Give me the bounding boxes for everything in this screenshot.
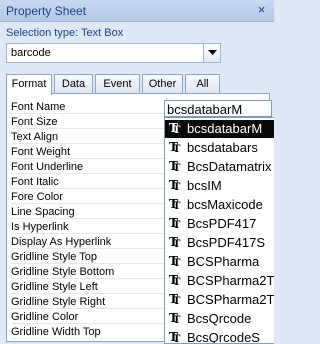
font-list-item-label: BcsDatamatrix: [187, 159, 272, 174]
property-name: Is Hyperlink: [11, 221, 69, 233]
property-row[interactable]: Gridline Style Top: [11, 250, 166, 264]
property-name: Font Italic: [11, 176, 59, 188]
property-name: Gridline Style Top: [11, 251, 98, 263]
property-row[interactable]: Font Italic: [11, 175, 166, 189]
property-tabs: Format Data Event Other All: [6, 74, 270, 95]
truetype-font-icon: T: [169, 273, 183, 290]
property-row[interactable]: Font Weight: [11, 145, 166, 159]
font-name-input[interactable]: bcsdatabarM: [164, 100, 272, 117]
font-list-item[interactable]: T BcsQrcode: [165, 310, 274, 328]
font-list-item[interactable]: T BcsQrcodeS: [165, 329, 274, 344]
property-name: Font Size: [11, 116, 58, 128]
property-row[interactable]: Font Underline: [11, 160, 166, 174]
chevron-down-icon: [208, 50, 217, 55]
font-list-item-label: BcsPDF417S: [187, 235, 266, 250]
object-selector-value: barcode: [11, 47, 51, 59]
font-name-input-value: bcsdatabarM: [167, 102, 243, 117]
font-list-item-label: bcsMaxicode: [187, 197, 263, 212]
property-row[interactable]: Fore Color: [11, 190, 166, 204]
property-name: Gridline Style Right: [11, 296, 106, 308]
selection-type-label: Selection type: Text Box: [6, 27, 124, 39]
font-list-item[interactable]: T BCSPharma2Tra: [165, 291, 274, 309]
tab-format[interactable]: Format: [6, 74, 52, 95]
font-list-item[interactable]: T BCSPharma: [165, 253, 274, 271]
property-row[interactable]: Gridline Width Top: [11, 325, 166, 339]
property-name: Gridline Style Left: [11, 281, 98, 293]
font-list-item[interactable]: Tbcsdatabars: [165, 139, 274, 157]
font-list-item[interactable]: T BcsDatamatrix: [165, 158, 274, 176]
truetype-font-icon: T: [169, 159, 183, 176]
window-title: Property Sheet: [6, 4, 87, 18]
object-selector[interactable]: barcode: [6, 43, 221, 63]
object-selector-dropdown-button[interactable]: [203, 44, 220, 62]
font-list-item[interactable]: TbcsIM: [165, 177, 274, 195]
truetype-font-icon: T: [169, 330, 183, 343]
property-row[interactable]: Font Size: [11, 115, 166, 129]
font-list-item-label: BCSPharma2Tra: [187, 292, 274, 307]
property-row[interactable]: Gridline Color: [11, 310, 166, 324]
property-row[interactable]: Line Spacing: [11, 205, 166, 219]
tab-data[interactable]: Data: [54, 74, 93, 94]
tab-other[interactable]: Other: [142, 74, 183, 94]
font-list-item[interactable]: T BcsPDF417S: [165, 234, 274, 252]
tab-all[interactable]: All: [185, 74, 220, 94]
font-list-item-label: BCSPharma2Tra: [187, 273, 274, 288]
font-list-item-label: bcsdatabars: [187, 140, 258, 155]
font-list-item-label: BCSPharma: [187, 254, 260, 269]
font-list-item-label: BcsQrcode: [187, 311, 252, 326]
tab-event[interactable]: Event: [95, 74, 140, 94]
font-list-item[interactable]: T BCSPharma2Tra: [165, 272, 274, 290]
truetype-font-icon: T: [169, 292, 183, 309]
font-list-item-label: bcsdatabarM: [187, 121, 263, 136]
truetype-font-icon: T: [169, 178, 183, 195]
title-bar: Property Sheet ×: [0, 0, 274, 22]
property-row[interactable]: Font Name: [11, 100, 166, 114]
truetype-font-icon: T: [169, 235, 183, 252]
font-list-item-label: BcsPDF417: [187, 216, 257, 231]
property-name: Font Underline: [11, 161, 84, 173]
font-list-item[interactable]: TbcsMaxicode: [165, 196, 274, 214]
property-row[interactable]: Is Hyperlink: [11, 220, 166, 234]
property-name: Fore Color: [11, 191, 63, 203]
close-button[interactable]: ×: [255, 3, 268, 17]
property-name: Line Spacing: [11, 206, 75, 218]
font-list-item[interactable]: T BcsPDF417: [165, 215, 274, 233]
property-row[interactable]: Gridline Style Left: [11, 280, 166, 294]
truetype-font-icon: T: [169, 254, 183, 271]
truetype-font-icon: T: [169, 121, 183, 138]
property-name: Font Name: [11, 101, 66, 113]
property-name: Gridline Color: [11, 311, 79, 323]
truetype-font-icon: T: [169, 216, 183, 233]
font-list-item-label: BcsQrcodeS: [187, 330, 260, 344]
truetype-font-icon: T: [169, 197, 183, 214]
font-name-dropdown-list[interactable]: TbcsdatabarMTbcsdatabarsTBcsDatamatrixTb…: [164, 117, 274, 344]
property-row[interactable]: Display As Hyperlink: [11, 235, 166, 249]
property-name: Text Align: [11, 131, 59, 143]
property-name: Gridline Style Bottom: [11, 266, 115, 278]
property-name: Gridline Width Top: [11, 326, 101, 338]
truetype-font-icon: T: [169, 140, 183, 157]
property-row[interactable]: Gridline Style Bottom: [11, 265, 166, 279]
truetype-font-icon: T: [169, 311, 183, 328]
font-list-item[interactable]: TbcsdatabarM: [165, 120, 274, 138]
property-row[interactable]: Text Align: [11, 130, 166, 144]
property-name: Display As Hyperlink: [11, 236, 112, 248]
font-list-item-label: bcsIM: [187, 178, 222, 193]
property-name: Font Weight: [11, 146, 71, 158]
property-row[interactable]: Gridline Style Right: [11, 295, 166, 309]
